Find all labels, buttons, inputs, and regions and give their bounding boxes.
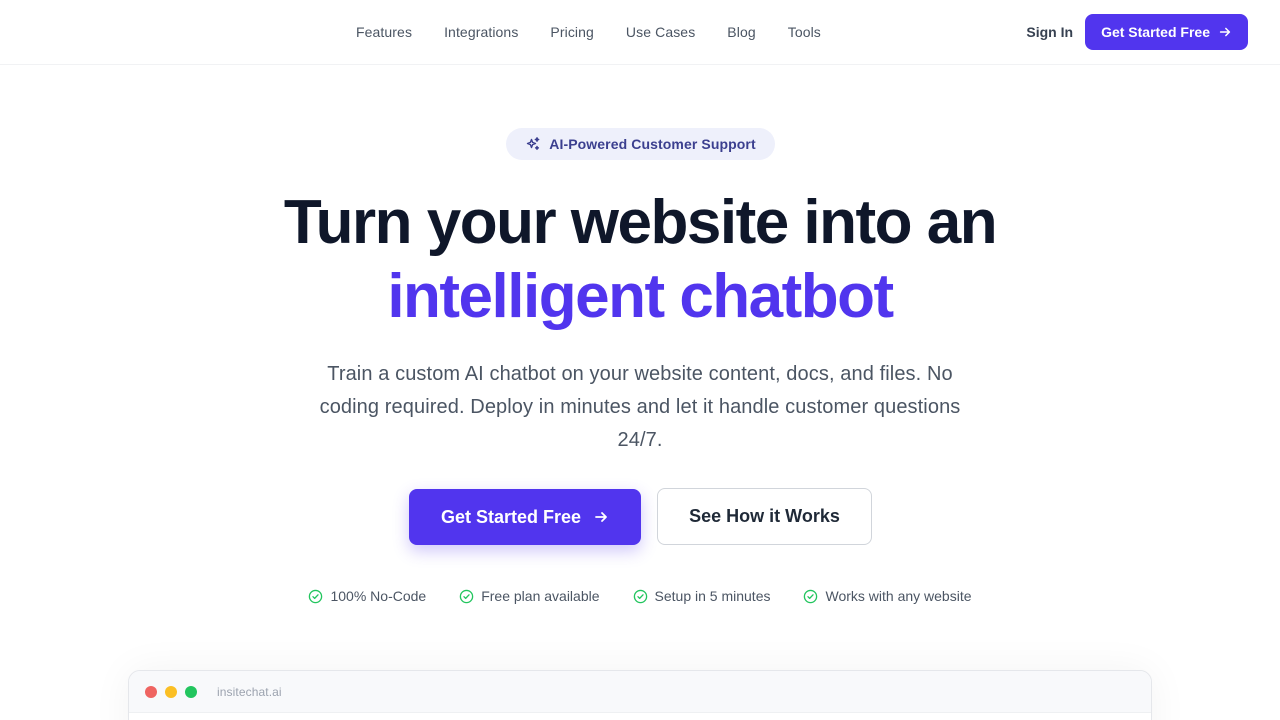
nav-actions: Sign In Get Started Free <box>1026 14 1248 50</box>
sparkles-icon <box>525 136 541 152</box>
hero-cta-row: Get Started Free See How it Works <box>409 488 872 545</box>
feature-item: Setup in 5 minutes <box>633 586 771 606</box>
nav-link-integrations[interactable]: Integrations <box>444 24 518 40</box>
nav-link-blog[interactable]: Blog <box>727 24 755 40</box>
get-started-button[interactable]: Get Started Free <box>409 489 641 545</box>
check-circle-icon <box>803 589 818 604</box>
see-how-it-works-label: See How it Works <box>689 506 840 526</box>
get-started-label: Get Started Free <box>440 506 582 527</box>
feature-label: Free plan available <box>481 588 600 604</box>
sign-in-link[interactable]: Sign In <box>1026 24 1073 40</box>
check-circle-icon <box>459 589 474 604</box>
app-preview-window: insitechat.ai <box>128 670 1152 720</box>
arrow-right-icon <box>1218 25 1232 39</box>
nav-link-features[interactable]: Features <box>356 24 412 40</box>
hero-badge-label: AI-Powered Customer Support <box>549 136 756 152</box>
see-how-it-works-button[interactable]: See How it Works <box>657 488 872 545</box>
nav-get-started-label: Get Started Free <box>1101 24 1210 40</box>
check-circle-icon <box>308 589 323 604</box>
main-nav: Features Integrations Pricing Use Cases … <box>356 0 821 64</box>
window-close-dot <box>145 685 157 698</box>
arrow-right-icon <box>593 509 609 525</box>
nav-link-tools[interactable]: Tools <box>788 24 821 40</box>
hero-badge: AI-Powered Customer Support <box>506 128 775 160</box>
top-navbar: Features Integrations Pricing Use Cases … <box>0 0 1280 65</box>
browser-bar: insitechat.ai <box>129 671 1151 713</box>
hero-subtitle: Train a custom AI chatbot on your websit… <box>319 363 961 451</box>
feature-item: 100% No-Code <box>308 586 426 606</box>
nav-link-pricing[interactable]: Pricing <box>550 24 594 40</box>
preview-url: insitechat.ai <box>217 684 282 699</box>
hero-title-line-1: Turn your website into an <box>283 188 998 257</box>
feature-list: 100% No-Code Free plan available Setup i… <box>0 586 1280 606</box>
feature-item: Works with any website <box>803 586 972 606</box>
nav-get-started-button[interactable]: Get Started Free <box>1085 14 1248 50</box>
nav-link-use-cases[interactable]: Use Cases <box>626 24 695 40</box>
feature-label: Works with any website <box>825 588 972 604</box>
hero-title-line-2: intelligent chatbot <box>387 262 894 331</box>
window-maximize-dot <box>185 685 197 698</box>
check-circle-icon <box>633 589 648 604</box>
feature-label: Setup in 5 minutes <box>654 588 771 604</box>
feature-label: 100% No-Code <box>330 588 427 604</box>
feature-item: Free plan available <box>459 586 600 606</box>
window-minimize-dot <box>165 685 177 698</box>
